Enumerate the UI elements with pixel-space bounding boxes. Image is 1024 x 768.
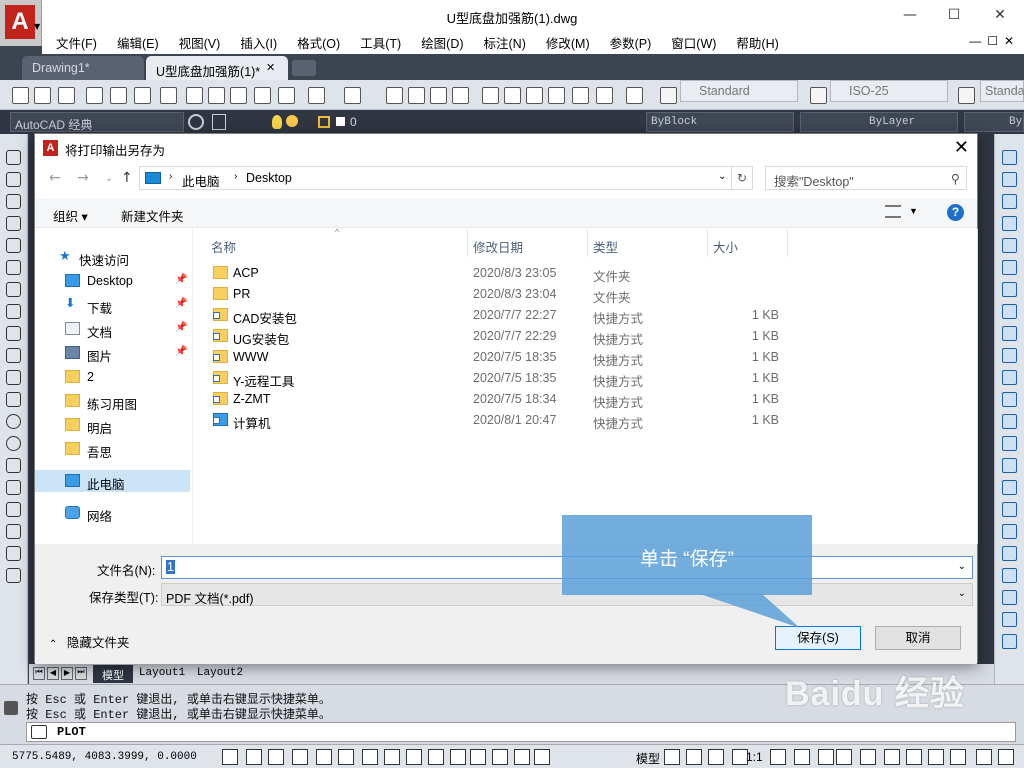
callout-pointer [700,594,800,628]
callout-text: 单击 “保存” [640,549,734,570]
watermark-url: jingyan.baidu.com [840,722,953,738]
callout-tail [700,594,800,628]
baidu-watermark-logo: Baidu 经验 [785,675,965,713]
